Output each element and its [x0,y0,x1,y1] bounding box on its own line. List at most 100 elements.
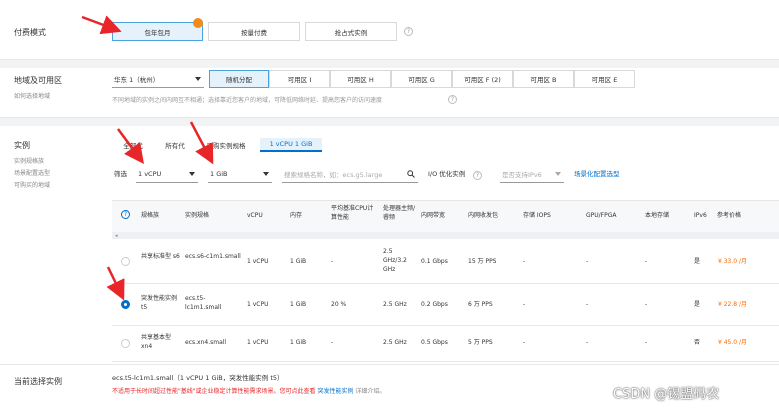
tab-all[interactable]: 所有代 [157,138,193,152]
cell-baseline: - [331,258,334,265]
burst-instance-link[interactable]: 突发性能实例 [317,388,353,395]
ipv6-select[interactable]: 是否支持IPv6 [500,166,564,183]
cell-pps: 5 万 PPS [468,339,493,346]
chevron-down-icon [195,77,201,81]
billing-label: 付费模式 [14,28,46,37]
tab-purchased[interactable]: 已购实例规格 [198,138,254,152]
cell-bw: 0.5 Gbps [421,339,448,346]
side-link-regions[interactable]: 可购买的地域 [14,180,50,189]
cell-pps: 15 万 PPS [468,258,497,265]
cell-gpu: - [586,339,589,346]
zone-b[interactable]: 可用区 B [513,70,574,88]
table-row-selected[interactable]: 突发性能实例 t5 ecs.t5-lc1m1.small 1 vCPU 1 Gi… [112,284,779,326]
cell-ipv6: 否 [694,339,701,346]
cell-family: 突发性能实例 t5 [141,295,178,311]
cell-mem: 1 GiB [290,301,307,308]
table-row[interactable]: 共享标准型 s6 ecs.s6-c1m1.small 1 vCPU 1 GiB … [112,239,779,284]
cell-price: ¥ 22.8 /月 [718,301,748,308]
row-radio-selected[interactable] [121,300,130,309]
region-note: 不同地域的实例之间内网互不相通；选择靠近您客户的地域，可降低网络时延、提高您客户… [112,97,383,104]
cell-family: 共享标准型 s6 [141,253,180,260]
cell-price: ¥ 33.0 /月 [718,258,748,265]
cell-vcpu: 1 vCPU [247,258,269,265]
th-ipv6: IPv6 [694,212,707,219]
cell-local: - [645,339,648,346]
cell-freq: 2.5 GHz [383,301,407,308]
table-help-icon[interactable]: ? [121,210,130,219]
billing-option-spot[interactable]: 抢占式实例 [305,22,397,41]
spec-search-placeholder: 搜索规格名称，如：ecs.g5.large [284,171,383,179]
search-icon[interactable] [407,170,415,178]
th-freq: 处理器主频/睿频 [383,205,416,221]
section-divider-2 [0,118,779,126]
memory-select[interactable]: 1 GiB [208,166,272,183]
th-spec: 实例规格 [185,212,210,219]
region-section: 地域及可用区 如何选择地域 华东 1（杭州） 随机分配 可用区 I 可用区 H … [0,68,779,118]
memory-select-value: 1 GiB [210,170,228,178]
region-help-icon[interactable]: ? [448,95,457,104]
current-selection-label: 当前选择实例 [14,377,62,386]
current-selection-warning: 不适用于长时间超过性能"基线"或企业稳定计算性能需求场景。您可点此查看 突发性能… [112,387,385,396]
side-link-family[interactable]: 实例规格族 [14,156,44,165]
cell-family: 共享基本型 xn4 [141,334,172,350]
th-pps: 内网收发包 [468,212,499,219]
region-select-value: 华东 1（杭州） [114,76,160,84]
cell-local: - [645,258,648,265]
zone-f[interactable]: 可用区 F (2) [452,70,513,88]
row-radio[interactable] [121,257,130,266]
instance-label: 实例 [14,141,30,150]
region-select[interactable]: 华东 1（杭州） [112,71,204,88]
th-mem: 内存 [290,212,303,219]
cell-gpu: - [586,301,589,308]
billing-section: 付费模式 包年包月 按量付费 抢占式实例 ? [0,0,779,60]
vcpu-select[interactable]: 1 vCPU [136,166,198,183]
horizontal-scrollbar[interactable] [112,232,779,239]
th-price: 参考价格 [717,212,742,219]
region-help-link[interactable]: 如何选择地域 [14,91,50,100]
cell-mem: 1 GiB [290,258,307,265]
cell-iops: - [523,339,526,346]
th-gpu: GPU/FPGA [586,212,617,219]
tab-1c1g[interactable]: 1 vCPU 1 GiB [260,138,322,152]
zone-random[interactable]: 随机分配 [209,70,269,88]
th-local: 本地存储 [645,212,670,219]
cell-vcpu: 1 vCPU [247,339,269,346]
zone-h[interactable]: 可用区 H [330,70,391,88]
cell-mem: 1 GiB [290,339,307,346]
tab-all-gen[interactable]: 全部代 [113,138,153,152]
zone-e[interactable]: 可用区 E [574,70,635,88]
row-radio[interactable] [121,339,130,348]
cell-spec: ecs.s6-c1m1.small [185,253,241,260]
instance-section: 实例 实例规格族 场景配置选型 可购买的地域 全部代 所有代 已购实例规格 1 … [0,126,779,364]
billing-option-payg[interactable]: 按量付费 [208,22,300,41]
io-optimized-label: I/O 优化实例 [428,170,466,178]
th-family: 规格族 [141,212,160,219]
billing-option-subscription[interactable]: 包年包月 [112,22,203,41]
chevron-down-icon [555,172,561,176]
cell-gpu: - [586,258,589,265]
cell-ipv6: 是 [694,301,701,308]
side-link-scene[interactable]: 场景配置选型 [14,168,50,177]
cell-spec: ecs.t5-lc1m1.small [185,295,222,311]
scene-config-link[interactable]: 场景化配置选型 [574,170,620,179]
cell-freq: 2.5 GHz/3.2 GHz [383,248,407,273]
chevron-down-icon [263,172,269,176]
billing-help-icon[interactable]: ? [404,27,413,36]
section-divider [0,60,779,68]
cell-baseline: - [331,339,334,346]
cell-freq: 2.5 GHz [383,339,407,346]
warning-text: 不适用于长时间超过性能"基线"或企业稳定计算性能需求场景。您可点此查看 [112,388,316,395]
ipv6-select-placeholder: 是否支持IPv6 [502,171,542,179]
spec-search-input[interactable]: 搜索规格名称，如：ecs.g5.large [282,166,418,183]
table-row[interactable]: 共享基本型 xn4 ecs.xn4.small 1 vCPU 1 GiB - 2… [112,326,779,362]
cell-price: ¥ 45.0 /月 [718,339,748,346]
zone-g[interactable]: 可用区 G [391,70,452,88]
region-label: 地域及可用区 [14,76,62,85]
th-baseline: 平均基准CPU计算性能 [331,205,374,221]
cell-bw: 0.1 Gbps [421,258,448,265]
io-help-icon[interactable]: ? [473,171,482,180]
cell-local: - [645,301,648,308]
th-vcpu: vCPU [247,212,263,219]
zone-i[interactable]: 可用区 I [269,70,330,88]
watermark: CSDN @锡盟码农 [613,387,720,402]
